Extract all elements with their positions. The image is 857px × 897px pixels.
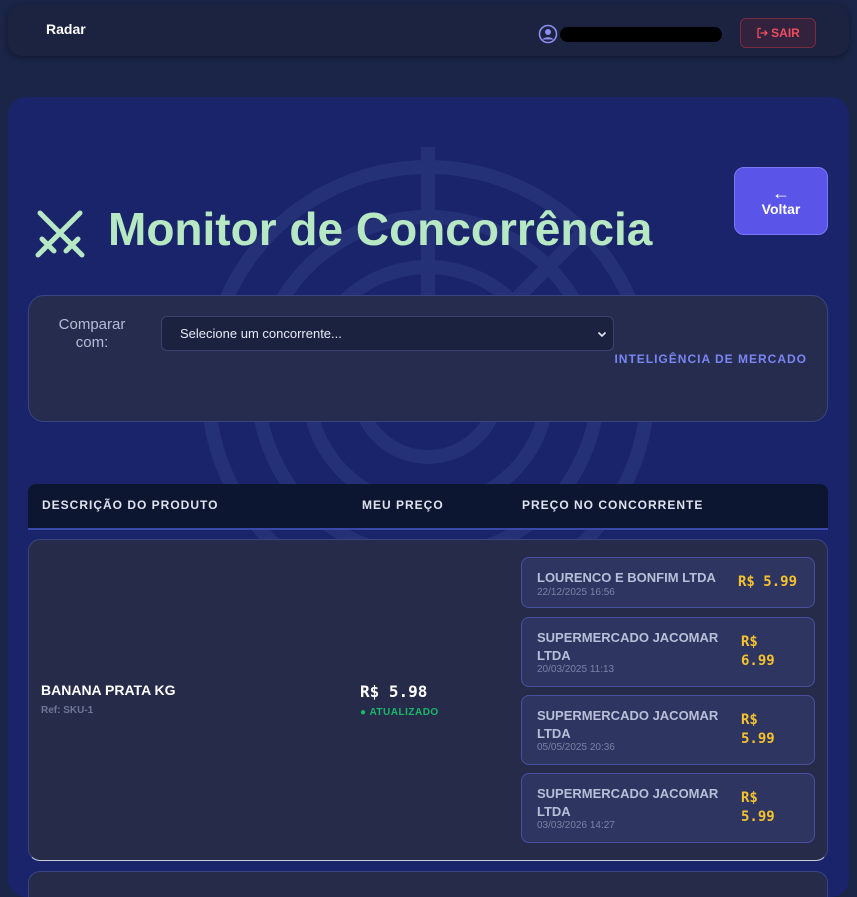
competitor-date: 05/05/2025 20:36	[537, 742, 615, 753]
chevron-down-icon	[597, 331, 607, 338]
competitor-price: R$ 6.99	[741, 634, 775, 669]
competitor-price: R$ 5.99	[741, 712, 775, 747]
competitor-name: LOURENCO E BONFIM LTDA	[537, 570, 716, 585]
competitor-name: SUPERMERCADO JACOMAR LTDA	[537, 786, 719, 819]
competitor-date: 20/03/2025 11:13	[537, 664, 615, 675]
back-label: Voltar	[761, 201, 801, 217]
page-title: Monitor de Concorrência	[108, 203, 653, 255]
header-my-price: MEU PREÇO	[362, 498, 444, 512]
header-product: DESCRIÇÃO DO PRODUTO	[42, 498, 219, 512]
competitor-price: R$ 5.99	[738, 574, 798, 590]
competitor-price-item: SUPERMERCADO JACOMAR LTDA 03/03/2026 14:…	[521, 773, 815, 843]
status-badge: ● ATUALIZADO	[360, 707, 439, 718]
product-name: BANANA PRATA KG	[41, 682, 176, 698]
table-row: BANANA PRATA KG Ref: SKU-1 R$ 5.98 ● ATU…	[28, 539, 828, 861]
header-competitor-price: PREÇO NO CONCORRENTE	[522, 498, 704, 512]
user-circle-icon	[538, 24, 558, 44]
compare-label: Comparar com:	[58, 316, 126, 351]
competitor-price-item: LOURENCO E BONFIM LTDA 22/12/2025 16:56 …	[521, 557, 815, 608]
user-name-redacted	[560, 27, 722, 42]
competitor-date: 22/12/2025 16:56	[537, 587, 615, 598]
brand-label[interactable]: Radar	[46, 21, 86, 37]
table-header: DESCRIÇÃO DO PRODUTO MEU PREÇO PREÇO NO …	[28, 484, 828, 530]
competitor-price: R$ 5.99	[741, 790, 775, 825]
competitor-name: SUPERMERCADO JACOMAR LTDA	[537, 630, 719, 663]
back-button[interactable]: ← Voltar	[734, 167, 828, 235]
competitor-name: SUPERMERCADO JACOMAR LTDA	[537, 708, 719, 741]
main-panel: Monitor de Concorrência ← Voltar Compara…	[8, 97, 849, 897]
logout-button[interactable]: SAIR	[740, 18, 816, 48]
back-arrow-icon: ←	[772, 183, 790, 203]
market-intelligence-label: INTELIGÊNCIA DE MERCADO	[614, 352, 807, 366]
product-ref: Ref: SKU-1	[41, 705, 94, 716]
competitor-select[interactable]: Selecione um concorrente...	[161, 316, 614, 351]
logout-icon	[757, 27, 769, 39]
competitor-price-item: SUPERMERCADO JACOMAR LTDA 20/03/2025 11:…	[521, 617, 815, 687]
crossed-swords-icon	[35, 210, 85, 258]
competitor-price-item: SUPERMERCADO JACOMAR LTDA 05/05/2025 20:…	[521, 695, 815, 765]
logout-label: SAIR	[771, 26, 800, 40]
competitor-date: 03/03/2026 14:27	[537, 820, 615, 831]
competitor-select-value: Selecione um concorrente...	[180, 326, 342, 341]
my-price: R$ 5.98	[360, 682, 428, 701]
filter-card: Comparar com: Selecione um concorrente..…	[28, 295, 828, 422]
table-row	[28, 871, 828, 897]
top-navbar: Radar SAIR	[8, 4, 849, 56]
